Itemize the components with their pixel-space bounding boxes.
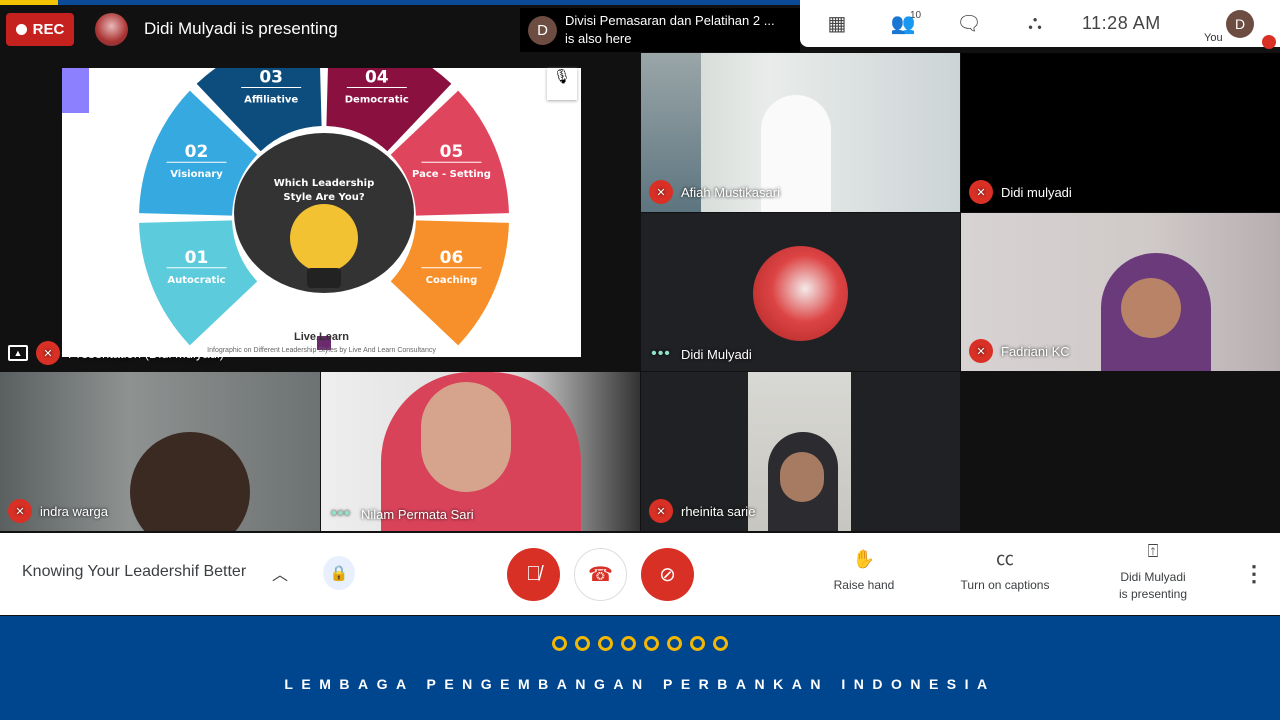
presenting-label-1: Didi Mulyadi <box>1120 570 1186 584</box>
segment-label: Autocratic <box>167 275 225 286</box>
participant-tile[interactable]: ✕ Didi mulyadi <box>961 53 1280 212</box>
meeting-title[interactable]: Knowing Your Leadershif Better <box>22 563 246 581</box>
also-here-notice: D Divisi Pemasaran dan Pelatihan 2 ... is… <box>520 8 800 52</box>
segment-label: Coaching <box>426 275 478 286</box>
participant-name: Fadriani KC <box>1001 343 1070 359</box>
you-label: You <box>1204 32 1223 44</box>
participant-tile[interactable]: ✕ indra warga <box>0 372 320 531</box>
participant-name: Didi mulyadi <box>1001 184 1072 200</box>
ring <box>621 636 636 651</box>
segment-label: Pace - Setting <box>412 169 491 180</box>
hang-up-icon: ☎ <box>588 564 613 586</box>
ring <box>552 636 567 651</box>
ring-decoration <box>0 636 1280 651</box>
present-icon: ▲ <box>8 345 28 361</box>
ring <box>690 636 705 651</box>
participant-name: rheinita sarie <box>681 503 756 519</box>
ring <box>598 636 613 651</box>
participant-name: Nilam Permata Sari <box>361 506 474 522</box>
segment-label: Visionary <box>170 169 223 180</box>
segment-number: 05 <box>440 142 464 162</box>
volume-off-icon: ✕ <box>36 341 60 365</box>
slide-caption: Infographic on Different Leadership Styl… <box>207 347 436 354</box>
center-text: Style Are You? <box>283 192 364 203</box>
participant-tile[interactable]: ✕ Afiah Mustikasari <box>641 53 960 212</box>
ring <box>667 636 682 651</box>
mic-off-icon: ✕ <box>649 180 673 204</box>
mic-off-icon: ✕ <box>969 339 993 363</box>
camera-off-icon: ⊘ <box>659 564 676 586</box>
presenting-button[interactable]: ⍐ Didi Mulyadi is presenting <box>1103 541 1203 603</box>
rec-label: REC <box>32 21 65 38</box>
segment-number: 04 <box>365 68 389 88</box>
avatar: D <box>528 16 557 45</box>
mic-off-icon: ✕ <box>969 180 993 204</box>
segment-number: 01 <box>185 248 209 268</box>
control-bar: Knowing Your Leadershif Better ︿ 🔒 🎙̸ ☎ … <box>0 533 1280 615</box>
chevron-up-icon[interactable]: ︿ <box>272 561 288 585</box>
slide-logo: Live.Learn <box>293 331 350 343</box>
presentation-slide: 01 Autocratic 02 Visionary 03 Affiliative 04 De… <box>62 68 581 357</box>
speaking-dots-icon: ••• <box>331 505 351 522</box>
chat-icon[interactable]: 🗨 <box>936 0 1002 47</box>
more-options-icon[interactable]: ⋮ <box>1243 561 1265 587</box>
presenting-label-2: is presenting <box>1118 587 1188 601</box>
organization-name: LEMBAGA PENGEMBANGAN PERBANKAN INDONESIA <box>284 676 996 692</box>
captions-label: Turn on captions <box>960 578 1050 592</box>
segment-number: 02 <box>185 142 209 162</box>
mic-off-icon <box>1262 35 1276 49</box>
mic-off-icon: ✕ <box>8 499 32 523</box>
segment-number: 03 <box>259 68 283 88</box>
clock: 11:28 AM <box>1082 13 1161 33</box>
segment-number: 06 <box>440 248 464 268</box>
security-shield-icon[interactable]: 🔒 <box>323 556 355 590</box>
mic-toggle-button[interactable]: 🎙̸ <box>507 548 560 601</box>
participant-name: Afiah Mustikasari <box>681 184 780 200</box>
recording-badge[interactable]: REC <box>6 13 74 46</box>
participant-name: indra warga <box>40 503 108 519</box>
people-icon[interactable]: 👥 10 <box>870 0 936 47</box>
captions-icon: ㏄ <box>996 549 1014 569</box>
empty-tile <box>961 372 1280 531</box>
self-view[interactable]: D You <box>1200 0 1280 49</box>
footer-banner: LEMBAGA PENGEMBANGAN PERBANKAN INDONESIA <box>0 616 1280 720</box>
ring <box>713 636 728 651</box>
top-right-toolbar: ▦ 👥 10 🗨 ⛬ 11:28 AM <box>800 0 1200 47</box>
leadership-wheel: 01 Autocratic 02 Visionary 03 Affiliative 04 De… <box>139 68 509 350</box>
mic-off-icon: 🎙̸ <box>526 563 541 585</box>
participant-tile[interactable]: ••• Nilam Permata Sari <box>321 372 640 531</box>
also-here-line1: Divisi Pemasaran dan Pelatihan 2 ... <box>565 13 775 28</box>
presenting-text: Didi Mulyadi is presenting <box>144 19 338 38</box>
avatar: D <box>1226 10 1254 38</box>
participant-tile[interactable]: ✕ rheinita sarie <box>641 372 960 531</box>
raise-hand-button[interactable]: ✋ Raise hand <box>823 549 905 594</box>
leave-call-button[interactable]: ☎ <box>574 548 627 601</box>
mic-icon[interactable]: 🎙 <box>547 68 577 100</box>
grid-icon[interactable]: ▦ <box>804 0 870 47</box>
record-icon <box>15 24 27 35</box>
present-icon: ⍐ <box>1147 541 1159 561</box>
also-here-line2: is also here <box>565 31 632 46</box>
camera-toggle-button[interactable]: ⊘ <box>641 548 694 601</box>
captions-button[interactable]: ㏄ Turn on captions <box>945 549 1065 594</box>
speaking-dots-icon: ••• <box>651 345 671 362</box>
participant-tile[interactable]: ••• Didi Mulyadi <box>641 213 960 371</box>
ring <box>575 636 590 651</box>
segment-label: Democratic <box>345 95 409 106</box>
people-count: 10 <box>910 10 922 21</box>
segment-label: Affiliative <box>244 95 298 106</box>
ring <box>644 636 659 651</box>
center-text: Which Leadership <box>274 178 375 189</box>
raise-hand-label: Raise hand <box>833 578 895 592</box>
participant-name: Didi Mulyadi <box>681 346 752 362</box>
presenter-avatar <box>95 13 128 46</box>
activities-icon[interactable]: ⛬ <box>1002 0 1068 47</box>
participant-tile[interactable]: ✕ Fadriani KC <box>961 213 1280 371</box>
lightbulb-icon <box>290 204 358 272</box>
avatar <box>753 246 848 341</box>
mic-off-icon: ✕ <box>649 499 673 523</box>
hand-icon: ✋ <box>852 549 876 569</box>
